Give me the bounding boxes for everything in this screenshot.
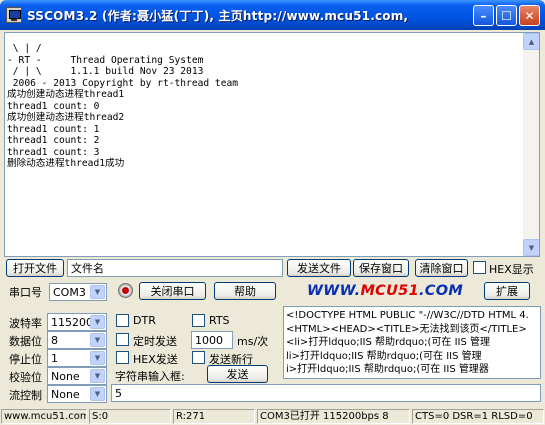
flow-control-label: 流控制 [9, 389, 42, 402]
open-file-button[interactable]: 打开文件 [6, 259, 64, 277]
port-value: COM3 [53, 286, 86, 299]
logo-number: MCU51 [360, 283, 419, 299]
send-button[interactable]: 发送 [207, 365, 268, 383]
send-text: <!DOCTYPE HTML PUBLIC "-//W3C//DTD HTML … [286, 310, 529, 375]
maximize-icon: ☐ [501, 8, 512, 23]
rts-label: RTS [209, 314, 230, 327]
chevron-down-icon[interactable]: ▼ [90, 285, 105, 299]
scroll-up-arrow-icon[interactable]: ▲ [523, 33, 539, 50]
hex-display-checkbox[interactable] [473, 261, 486, 274]
status-signals: CTS=0 DSR=1 RLSD=0 [412, 409, 544, 424]
data-bits-label: 数据位 [9, 335, 42, 348]
parity-value: None [51, 370, 80, 383]
close-icon: ✕ [524, 8, 535, 23]
maximize-button[interactable]: ☐ [496, 5, 517, 26]
hex-send-label: HEX发送 [133, 353, 178, 366]
logo-suffix: .COM [418, 283, 464, 299]
send-text-area[interactable]: <!DOCTYPE HTML PUBLIC "-//W3C//DTD HTML … [283, 306, 541, 379]
status-bar: www.mcu51.com S:0 R:271 COM3已打开 115200bp… [0, 408, 545, 425]
file-name-input[interactable]: 文件名 [67, 259, 283, 277]
status-sent-count: S:0 [89, 409, 171, 424]
data-bits-value: 8 [51, 334, 58, 347]
chevron-down-icon[interactable]: ▼ [90, 369, 105, 383]
title-bar[interactable]: SSCOM3.2 (作者:聂小猛(丁丁), 主页http://www.mcu51… [0, 0, 545, 30]
send-file-button[interactable]: 发送文件 [287, 259, 351, 277]
flow-control-select[interactable]: None ▼ [47, 385, 107, 403]
minimize-button[interactable]: – [473, 5, 494, 26]
char-input-label: 字符串输入框: [115, 370, 185, 383]
close-button[interactable]: ✕ [519, 5, 540, 26]
window-title: SSCOM3.2 (作者:聂小猛(丁丁), 主页http://www.mcu51… [27, 9, 409, 23]
help-button[interactable]: 帮助 [214, 282, 276, 300]
rts-checkbox[interactable] [192, 314, 205, 327]
receive-text-area[interactable]: \ | / - RT - Thread Operating System / |… [4, 32, 540, 257]
receive-text: \ | / - RT - Thread Operating System / |… [7, 43, 239, 169]
hex-send-checkbox[interactable] [116, 351, 129, 364]
status-site[interactable]: www.mcu51.com [1, 409, 87, 424]
timed-send-label: 定时发送 [133, 335, 177, 348]
scroll-down-arrow-icon[interactable]: ▼ [523, 239, 539, 256]
timed-send-checkbox[interactable] [116, 333, 129, 346]
chevron-down-icon[interactable]: ▼ [90, 333, 105, 347]
chevron-down-icon[interactable]: ▼ [90, 387, 105, 401]
parity-select[interactable]: None ▼ [47, 367, 107, 385]
baud-value: 115200 [51, 316, 93, 329]
receive-scrollbar[interactable]: ▲ ▼ [523, 33, 539, 256]
dtr-label: DTR [133, 314, 156, 327]
expand-button[interactable]: 扩展 [484, 282, 530, 300]
close-port-button[interactable]: 关闭串口 [139, 282, 206, 300]
flow-control-value: None [51, 388, 80, 401]
stop-bits-label: 停止位 [9, 353, 42, 366]
status-port-state: COM3已打开 115200bps 8 [257, 409, 410, 424]
chevron-down-icon[interactable]: ▼ [90, 351, 105, 365]
send-newline-checkbox[interactable] [192, 351, 205, 364]
port-status-led-icon [118, 283, 133, 298]
stop-bits-value: 1 [51, 352, 58, 365]
parity-label: 校验位 [9, 371, 42, 384]
baud-select[interactable]: 115200 ▼ [47, 313, 107, 331]
minimize-icon: – [480, 8, 487, 23]
dtr-checkbox[interactable] [116, 314, 129, 327]
send-line-input[interactable]: 5 [111, 384, 541, 402]
status-received-count: R:271 [173, 409, 255, 424]
send-interval-input[interactable]: 1000 [191, 331, 233, 349]
port-select[interactable]: COM3 ▼ [49, 283, 107, 301]
port-label: 串口号 [9, 286, 42, 299]
interval-unit-label: ms/次 [237, 335, 269, 348]
chevron-down-icon[interactable]: ▼ [90, 315, 105, 329]
app-monitor-icon[interactable] [6, 7, 22, 23]
clear-window-button[interactable]: 清除窗口 [415, 259, 468, 277]
hex-display-label: HEX显示 [489, 263, 534, 276]
data-bits-select[interactable]: 8 ▼ [47, 331, 107, 349]
save-window-button[interactable]: 保存窗口 [353, 259, 409, 277]
baud-label: 波特率 [9, 317, 42, 330]
mcu51-logo[interactable]: WWW.MCU51.COM [307, 283, 463, 299]
stop-bits-select[interactable]: 1 ▼ [47, 349, 107, 367]
logo-prefix: WWW. [307, 283, 361, 299]
